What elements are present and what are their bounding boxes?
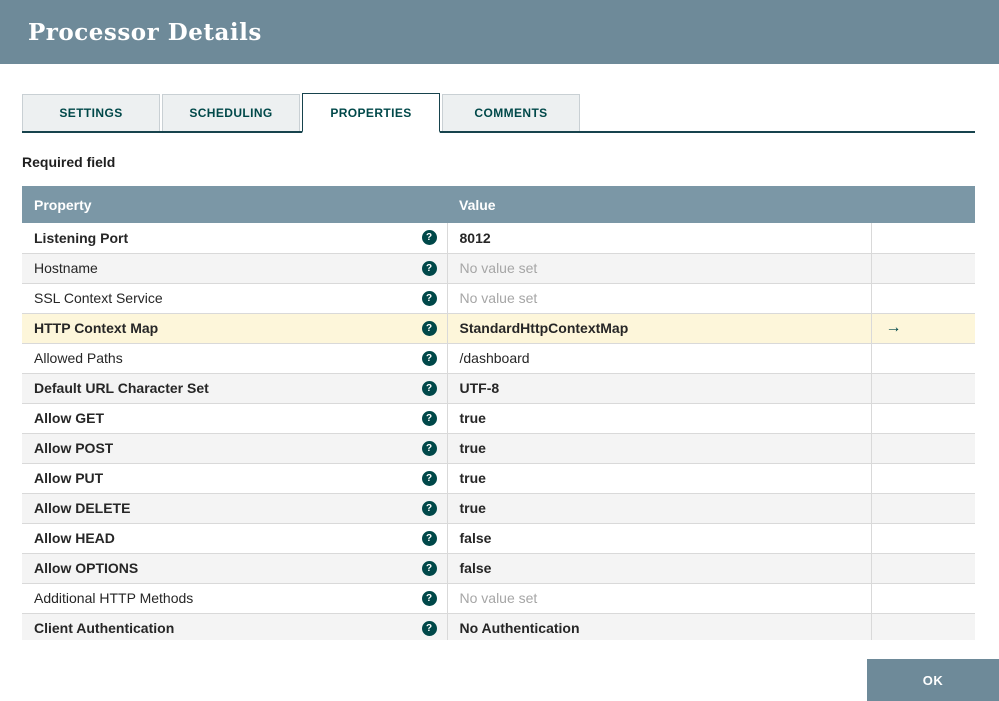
property-value[interactable]: No Authentication	[446, 613, 871, 640]
property-value[interactable]: 8012	[446, 223, 871, 254]
tabs-bar: SETTINGS SCHEDULING PROPERTIES COMMENTS	[22, 93, 975, 133]
table-row[interactable]: Client Authentication ? No Authenticatio…	[22, 613, 975, 640]
column-header-actions	[871, 186, 975, 223]
help-icon[interactable]: ?	[421, 440, 437, 456]
help-icon[interactable]: ?	[421, 620, 437, 636]
property-value[interactable]: No value set	[446, 583, 871, 614]
help-icon[interactable]: ?	[421, 380, 437, 396]
tab-comments-label: COMMENTS	[474, 106, 548, 120]
table-row[interactable]: Allowed Paths ? /dashboard	[22, 343, 975, 374]
tab-properties-label: PROPERTIES	[330, 105, 412, 120]
property-name: Allow PUT	[34, 470, 104, 486]
property-value[interactable]: true	[446, 463, 871, 494]
required-field-note: Required field	[22, 154, 116, 170]
properties-table-viewport: Property Value Listening Port ? 8012 Hos…	[22, 186, 975, 640]
property-name: Allowed Paths	[34, 350, 123, 366]
tab-settings[interactable]: SETTINGS	[22, 94, 160, 131]
help-icon[interactable]: ?	[421, 260, 437, 276]
property-value[interactable]: false	[446, 553, 871, 584]
tab-settings-label: SETTINGS	[59, 106, 123, 120]
table-row[interactable]: Allow DELETE ? true	[22, 493, 975, 524]
table-row[interactable]: SSL Context Service ? No value set	[22, 283, 975, 314]
property-name: Default URL Character Set	[34, 380, 209, 396]
column-header-property: Property	[22, 186, 447, 223]
dialog-header: Processor Details	[0, 0, 999, 64]
help-icon[interactable]: ?	[421, 500, 437, 516]
property-name: Listening Port	[34, 229, 129, 246]
property-value[interactable]: true	[446, 403, 871, 434]
tab-scheduling[interactable]: SCHEDULING	[162, 94, 300, 131]
property-value[interactable]: false	[446, 523, 871, 554]
property-name: HTTP Context Map	[34, 320, 159, 336]
help-icon[interactable]: ?	[421, 590, 437, 606]
table-row[interactable]: Additional HTTP Methods ? No value set	[22, 583, 975, 614]
help-icon[interactable]: ?	[421, 470, 437, 486]
table-row[interactable]: Allow HEAD ? false	[22, 523, 975, 554]
property-value[interactable]: true	[446, 493, 871, 524]
property-name: Allow HEAD	[34, 530, 115, 546]
table-row[interactable]: Listening Port ? 8012	[22, 223, 975, 254]
property-name: Allow DELETE	[34, 500, 131, 516]
help-icon[interactable]: ?	[421, 410, 437, 426]
help-icon[interactable]: ?	[421, 290, 437, 306]
table-row[interactable]: Allow POST ? true	[22, 433, 975, 464]
property-value[interactable]: /dashboard	[446, 343, 871, 374]
table-row[interactable]: Default URL Character Set ? UTF-8	[22, 373, 975, 404]
table-row[interactable]: Hostname ? No value set	[22, 253, 975, 284]
property-value[interactable]: StandardHttpContextMap	[446, 313, 871, 344]
property-name: Allow GET	[34, 410, 104, 426]
property-name: Additional HTTP Methods	[34, 590, 194, 606]
dialog-title: Processor Details	[28, 18, 262, 46]
property-value[interactable]: No value set	[446, 253, 871, 284]
properties-table: Property Value Listening Port ? 8012 Hos…	[22, 186, 975, 640]
property-name: Client Authentication	[34, 620, 175, 636]
property-value[interactable]: true	[446, 433, 871, 464]
tab-properties[interactable]: PROPERTIES	[302, 93, 440, 133]
property-value[interactable]: No value set	[446, 283, 871, 314]
table-row[interactable]: HTTP Context Map ? StandardHttpContextMa…	[22, 313, 975, 344]
table-row[interactable]: Allow GET ? true	[22, 403, 975, 434]
property-name: Allow POST	[34, 440, 114, 456]
table-row[interactable]: Allow OPTIONS ? false	[22, 553, 975, 584]
column-header-value: Value	[447, 186, 871, 223]
tab-scheduling-label: SCHEDULING	[189, 106, 273, 120]
goto-arrow-icon[interactable]: →	[886, 319, 902, 336]
help-icon[interactable]: ?	[421, 350, 437, 366]
properties-table-body: Listening Port ? 8012 Hostname ? No valu…	[22, 223, 975, 640]
table-header-row: Property Value	[22, 186, 975, 223]
property-value[interactable]: UTF-8	[446, 373, 871, 404]
help-icon[interactable]: ?	[421, 560, 437, 576]
property-name: Allow OPTIONS	[34, 560, 139, 576]
help-icon[interactable]: ?	[421, 320, 437, 336]
tab-comments[interactable]: COMMENTS	[442, 94, 580, 131]
property-name: Hostname	[34, 260, 98, 276]
help-icon[interactable]: ?	[421, 230, 437, 246]
property-name: SSL Context Service	[34, 290, 163, 306]
table-row[interactable]: Allow PUT ? true	[22, 463, 975, 494]
ok-button-label: OK	[922, 672, 944, 688]
help-icon[interactable]: ?	[421, 530, 437, 546]
